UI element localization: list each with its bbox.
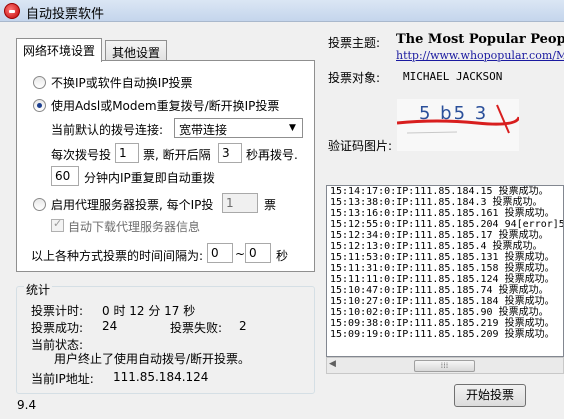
vote-log-list[interactable]: 15:14:17:0:IP:111.85.184.15 投票成功。 15:13:3…: [326, 185, 564, 357]
captcha-image: 5 b5 3: [397, 99, 519, 151]
radio-adsl-redial[interactable]: [33, 99, 46, 112]
log-entry: 15:12:55:0:IP:111.85.185.204 94[error]5: [330, 219, 564, 230]
log-horizontal-scrollbar[interactable]: ◀ ⁞⁞⁞: [326, 357, 564, 374]
label-votes-per-dial: 每次拨号投: [51, 148, 112, 162]
label-interval-unit: 秒: [276, 249, 289, 263]
restart-minutes-input[interactable]: 60: [51, 166, 79, 186]
proxy-votes-input[interactable]: 1: [222, 193, 258, 213]
connection-select-value: 宽带连接: [179, 123, 228, 137]
vote-success-value: 24: [102, 319, 118, 333]
interval-separator: ~: [235, 247, 246, 261]
label-captcha: 验证码图片:: [328, 139, 393, 153]
radio-no-change-ip[interactable]: [33, 76, 46, 89]
app-logo-icon: [4, 3, 20, 19]
label-restart-minutes: 分钟内IP重复即自动重拨: [84, 171, 215, 185]
label-default-connection: 当前默认的拨号连接:: [51, 123, 164, 137]
label-vote-topic: 投票主题:: [328, 36, 381, 50]
tab-network-settings[interactable]: 网络环境设置: [16, 38, 103, 62]
label-vote-interval: 以上各种方式投票的时间间隔为:: [31, 249, 204, 263]
version-label: 9.4: [17, 398, 37, 412]
captcha-text: 5 b5 3: [419, 103, 489, 124]
vote-log-lines: 15:14:17:0:IP:111.85.184.15 投票成功。 15:13:3…: [327, 186, 563, 340]
log-entry: 15:14:17:0:IP:111.85.184.15 投票成功。: [330, 186, 549, 197]
log-entry: 15:10:47:0:IP:111.85.185.74 投票成功。: [330, 285, 549, 296]
log-entry: 15:13:38:0:IP:111.85.184.3 投票成功。: [330, 197, 543, 208]
label-auto-download-proxy: 自动下载代理服务器信息: [68, 220, 201, 234]
label-proxy-votes-unit: 票: [264, 198, 277, 212]
log-entry: 15:11:11:0:IP:111.85.185.124 投票成功。: [330, 274, 555, 285]
vote-target-value: MICHAEL JACKSON: [403, 70, 503, 83]
vote-topic-link[interactable]: http://www.whopopular.com/Mi: [396, 49, 564, 62]
log-entry: 15:12:34:0:IP:111.85.185.17 投票成功。: [330, 230, 549, 241]
vote-topic-value: The Most Popular Peopl: [396, 32, 564, 47]
current-status-value: 用户终止了使用自动拨号/断开投票。: [54, 352, 251, 366]
redial-seconds-input[interactable]: 3: [218, 143, 242, 163]
check-icon: ✓: [53, 217, 63, 230]
log-entry: 15:11:31:0:IP:111.85.185.158 投票成功。: [330, 263, 555, 274]
log-entry: 15:10:02:0:IP:111.85.185.90 投票成功。: [330, 307, 549, 318]
label-adsl-redial: 使用Adsl或Modem重复拨号/断开换IP投票: [51, 99, 280, 113]
scroll-thumb[interactable]: ⁞⁞⁞: [414, 360, 475, 372]
vote-fail-value: 2: [239, 319, 247, 333]
log-entry: 15:09:19:0:IP:111.85.185.209 投票成功。: [330, 329, 555, 340]
log-entry: 15:12:13:0:IP:111.85.185.4 投票成功。: [330, 241, 543, 252]
stats-legend: 统计: [24, 281, 53, 298]
title-bar[interactable]: 自动投票软件: [0, 0, 564, 22]
radio-proxy-server[interactable]: [33, 198, 46, 211]
interval-from-input[interactable]: 0: [207, 243, 233, 263]
label-proxy-server: 启用代理服务器投票, 每个IP投: [51, 198, 214, 212]
label-redial-seconds: 秒再拨号.: [246, 148, 298, 162]
connection-select[interactable]: 宽带连接 ▼: [174, 118, 303, 138]
app-window: 自动投票软件 网络环境设置 其他设置 不换IP或软件自动换IP投票 使用Adsl…: [0, 0, 564, 419]
auto-download-proxy-checkbox[interactable]: ✓: [51, 217, 64, 232]
label-no-change-ip: 不换IP或软件自动换IP投票: [51, 76, 193, 90]
chevron-down-icon: ▼: [289, 123, 296, 133]
tab-other-settings[interactable]: 其他设置: [105, 40, 168, 62]
label-vote-success: 投票成功:: [31, 321, 84, 335]
label-vote-fail: 投票失败:: [170, 321, 223, 335]
label-disconnect-wait: 票, 断开后隔: [143, 148, 211, 162]
log-entry: 15:10:27:0:IP:111.85.185.184 投票成功。: [330, 296, 555, 307]
start-vote-button[interactable]: 开始投票: [454, 384, 526, 407]
vote-timer-value: 0 时 12 分 17 秒: [102, 304, 196, 318]
interval-to-input[interactable]: 0: [245, 243, 271, 263]
label-vote-target: 投票对象:: [328, 71, 381, 85]
log-entry: 15:11:53:0:IP:111.85.185.131 投票成功。: [330, 252, 555, 263]
label-current-ip: 当前IP地址:: [31, 372, 94, 386]
current-ip-value: 111.85.184.124: [113, 370, 209, 384]
votes-per-dial-input[interactable]: 1: [115, 143, 139, 163]
scroll-left-icon[interactable]: ◀: [329, 359, 336, 369]
window-title: 自动投票软件: [26, 7, 105, 22]
log-entry: 15:13:16:0:IP:111.85.185.161 投票成功。: [330, 208, 555, 219]
label-vote-timer: 投票计时:: [31, 304, 84, 318]
log-entry: 15:09:38:0:IP:111.85.185.219 投票成功。: [330, 318, 555, 329]
